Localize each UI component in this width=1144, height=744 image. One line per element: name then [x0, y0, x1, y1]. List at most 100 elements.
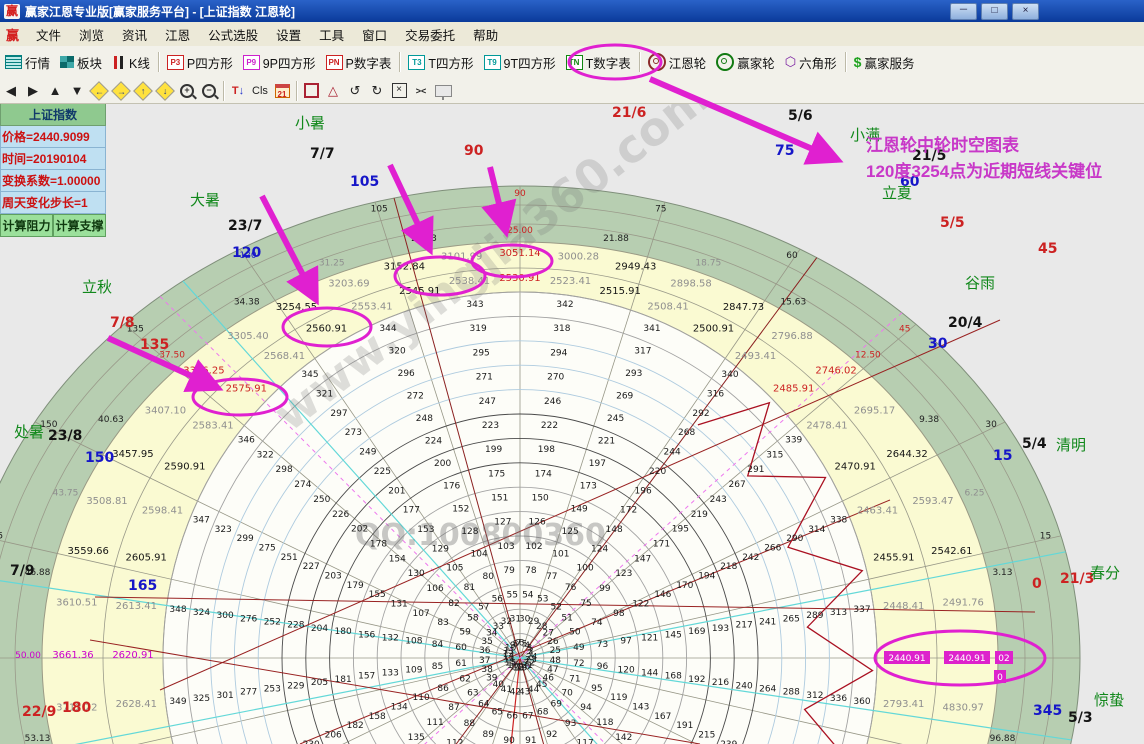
svg-text:76: 76: [565, 583, 577, 593]
svg-text:2470.91: 2470.91: [835, 462, 876, 473]
blocks-icon: [60, 56, 74, 68]
svg-text:30: 30: [928, 336, 948, 352]
svg-text:206: 206: [325, 730, 342, 740]
svg-text:300: 300: [217, 611, 234, 621]
svg-text:147: 147: [634, 554, 651, 564]
toolbar-T3[interactable]: T3T四方形: [403, 49, 478, 75]
svg-text:73: 73: [597, 640, 608, 650]
svg-text:74: 74: [591, 618, 603, 628]
svg-text:57: 57: [478, 602, 489, 612]
svg-text:321: 321: [316, 390, 333, 400]
toolbar-winner-wheel[interactable]: 赢家轮: [711, 49, 780, 75]
menu-item-3[interactable]: 江恩: [156, 22, 199, 47]
step-row: 周天变化步长=1: [0, 192, 106, 214]
nav-left-button[interactable]: ◀: [0, 80, 22, 101]
toolbar-gann-wheel[interactable]: 江恩轮: [643, 49, 712, 75]
diamond-right-icon: →: [111, 81, 131, 101]
svg-text:2463.41: 2463.41: [857, 506, 898, 517]
diamond-right-button[interactable]: →: [110, 80, 132, 101]
svg-text:289: 289: [806, 611, 823, 621]
svg-text:2628.41: 2628.41: [116, 699, 157, 710]
svg-text:182: 182: [347, 721, 364, 731]
nav-up-button[interactable]: ▲: [44, 80, 66, 101]
svg-text:15: 15: [1040, 531, 1051, 541]
svg-text:53: 53: [537, 595, 548, 605]
cls-button[interactable]: Cls: [249, 80, 271, 101]
t-down-button[interactable]: T↓: [227, 80, 249, 101]
svg-text:惊蛰: 惊蛰: [1094, 691, 1124, 709]
svg-text:93: 93: [565, 719, 576, 729]
close-button[interactable]: ×: [1012, 3, 1039, 20]
svg-text:248: 248: [416, 414, 433, 424]
t-down-icon: T↓: [232, 85, 244, 97]
calendar-button[interactable]: 21: [271, 80, 293, 101]
svg-text:132: 132: [382, 634, 399, 644]
menu-item-8[interactable]: 交易委托: [396, 22, 464, 47]
svg-text:221: 221: [598, 437, 615, 447]
menu-item-5[interactable]: 设置: [267, 22, 310, 47]
svg-text:88: 88: [464, 719, 476, 729]
toolbar-dollar[interactable]: $赢家服务: [849, 49, 920, 75]
menu-item-7[interactable]: 窗口: [353, 22, 396, 47]
svg-text:153: 153: [417, 525, 434, 535]
nav-right-button[interactable]: ▶: [22, 80, 44, 101]
diamond-left-button[interactable]: ←: [88, 80, 110, 101]
x-box-button[interactable]: ×: [388, 80, 410, 101]
svg-text:86: 86: [437, 684, 449, 694]
svg-text:2568.41: 2568.41: [264, 351, 305, 362]
menu-item-0[interactable]: 文件: [27, 22, 70, 47]
svg-text:2583.41: 2583.41: [192, 421, 233, 432]
rotate-ccw-button[interactable]: ↺: [344, 80, 366, 101]
shrink-icon: ><: [416, 86, 427, 96]
diamond-up-button[interactable]: ↑: [132, 80, 154, 101]
svg-text:344: 344: [379, 324, 396, 334]
svg-text:59: 59: [459, 628, 471, 638]
svg-text:243: 243: [710, 495, 727, 505]
toolbar-P3[interactable]: P3P四方形: [162, 49, 238, 75]
shrink-button[interactable]: ><: [410, 80, 432, 101]
toolbar-PN[interactable]: PNP数字表: [321, 49, 397, 75]
svg-text:199: 199: [485, 445, 502, 455]
toolbar-hexagon[interactable]: ⬡六角形: [780, 49, 842, 75]
toolbar-table[interactable]: 行情: [0, 49, 55, 75]
svg-text:3.13: 3.13: [992, 568, 1012, 578]
svg-text:313: 313: [830, 608, 847, 618]
svg-text:58: 58: [467, 614, 479, 624]
toolbar-T9[interactable]: T99T四方形: [479, 49, 561, 75]
svg-text:360: 360: [853, 697, 870, 707]
triangle-button[interactable]: △: [322, 80, 344, 101]
svg-text:176: 176: [443, 482, 460, 492]
toolbar-blocks[interactable]: 板块: [55, 49, 107, 75]
svg-text:151: 151: [491, 494, 508, 504]
menu-item-9[interactable]: 帮助: [464, 22, 507, 47]
menu-item-4[interactable]: 公式选股: [199, 22, 267, 47]
svg-text:30: 30: [985, 420, 997, 430]
menubar: 赢 文件浏览资讯江恩公式选股设置工具窗口交易委托帮助: [0, 22, 1144, 47]
svg-text:121: 121: [641, 634, 658, 644]
menu-item-6[interactable]: 工具: [310, 22, 353, 47]
P3-icon: P3: [167, 55, 184, 70]
svg-text:150: 150: [532, 494, 549, 504]
nav-down-button[interactable]: ▼: [66, 80, 88, 101]
square-button[interactable]: [300, 80, 322, 101]
toolbar-TN[interactable]: TNT数字表: [561, 49, 636, 75]
svg-text:299: 299: [237, 534, 254, 544]
maximize-button[interactable]: □: [981, 3, 1008, 20]
calc-support-button[interactable]: 计算支撑: [53, 214, 106, 237]
toolbar-kline[interactable]: K线: [107, 49, 155, 75]
toolbar-P9[interactable]: P99P四方形: [238, 49, 321, 75]
diamond-down-button[interactable]: ↓: [154, 80, 176, 101]
menu-item-2[interactable]: 资讯: [113, 22, 156, 47]
menu-item-1[interactable]: 浏览: [70, 22, 113, 47]
zoom-out-button[interactable]: −: [198, 80, 220, 101]
minimize-button[interactable]: －: [950, 3, 977, 20]
svg-text:246: 246: [544, 397, 561, 407]
calc-resistance-button[interactable]: 计算阻力: [0, 214, 53, 237]
svg-text:125: 125: [562, 527, 579, 537]
svg-text:25: 25: [550, 646, 561, 656]
zoom-in-button[interactable]: +: [176, 80, 198, 101]
screen-button[interactable]: [432, 80, 454, 101]
kline-icon: [112, 56, 126, 69]
svg-text:267: 267: [729, 480, 746, 490]
rotate-cw-button[interactable]: ↻: [366, 80, 388, 101]
